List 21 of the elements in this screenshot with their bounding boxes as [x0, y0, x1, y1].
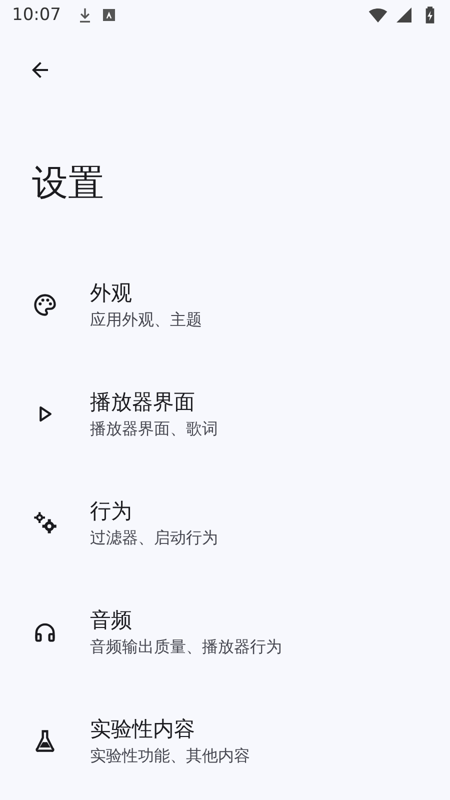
item-title: 音频	[90, 606, 133, 634]
status-time: 10:07	[12, 5, 61, 25]
settings-item[interactable]: 外观 应用外观、主题	[0, 250, 450, 359]
item-title: 行为	[90, 498, 133, 524]
notification-icon	[101, 7, 117, 23]
gears-icon	[32, 510, 58, 536]
settings-item[interactable]: 音频 音频输出质量、播放器行为	[0, 577, 450, 686]
page-title: 设置	[32, 162, 105, 206]
item-subtitle: 过滤器、启动行为	[90, 526, 218, 548]
signal-icon	[394, 5, 414, 25]
item-subtitle: 实验性功能、其他内容	[90, 744, 250, 766]
item-title: 实验性内容	[90, 716, 196, 742]
palette-icon	[32, 292, 58, 318]
item-subtitle: 播放器界面、歌词	[90, 418, 218, 440]
item-title: 外观	[90, 280, 133, 306]
settings-item[interactable]: 实验性内容 实验性功能、其他内容	[0, 686, 450, 795]
settings-item[interactable]: 播放器界面 播放器界面、歌词	[0, 359, 450, 468]
item-subtitle: 应用外观、主题	[90, 308, 202, 330]
item-title: 播放器界面	[90, 388, 196, 416]
settings-item[interactable]: 行为 过滤器、启动行为	[0, 468, 450, 577]
item-subtitle: 音频输出质量、播放器行为	[90, 636, 282, 658]
